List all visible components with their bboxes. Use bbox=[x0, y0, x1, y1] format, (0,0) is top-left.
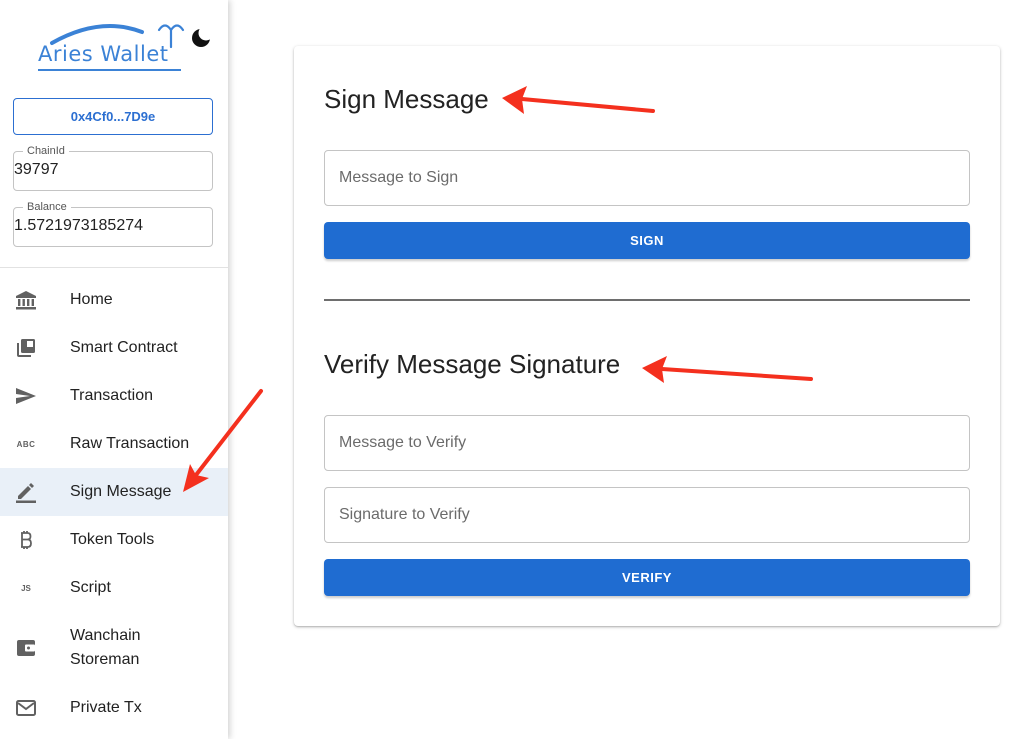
sidebar-item-label: Smart Contract bbox=[70, 339, 178, 356]
logo-text: Aries Wallet bbox=[38, 42, 169, 66]
balance-field[interactable]: Balance 1.5721973185274 bbox=[13, 201, 213, 247]
sidebar-item-raw-transaction[interactable]: ABC Raw Transaction bbox=[0, 420, 228, 468]
sidebar-item-label: Transaction bbox=[70, 387, 153, 404]
sidebar-item-label-line: Storeman bbox=[70, 651, 140, 668]
logo-underline bbox=[38, 69, 181, 71]
bank-icon bbox=[15, 289, 37, 311]
signature-to-verify-input[interactable] bbox=[325, 488, 969, 542]
sidebar-item-label: Script bbox=[70, 579, 111, 596]
message-to-verify-field[interactable] bbox=[324, 415, 970, 471]
sidebar-item-label: Raw Transaction bbox=[70, 435, 190, 452]
message-to-sign-input[interactable] bbox=[325, 151, 969, 205]
library-books-icon bbox=[15, 337, 37, 359]
account-address-button[interactable]: 0x4Cf0...7D9e bbox=[13, 98, 213, 135]
app-logo[interactable]: Aries Wallet bbox=[34, 20, 194, 76]
abc-icon: ABC bbox=[16, 439, 36, 449]
mail-icon bbox=[15, 697, 37, 719]
verify-signature-title: Verify Message Signature bbox=[324, 349, 621, 379]
dark-mode-moon-icon[interactable] bbox=[190, 26, 212, 48]
sidebar-item-token-tools[interactable]: Token Tools bbox=[0, 516, 228, 564]
verify-button[interactable]: VERIFY bbox=[324, 559, 970, 596]
sidebar-item-label-line: Wanchain bbox=[70, 627, 141, 644]
sign-message-card: Sign Message SIGN Verify Message Signatu… bbox=[294, 46, 1000, 626]
sidebar: Aries Wallet 0x4Cf0...7D9e ChainId 39797… bbox=[0, 0, 228, 739]
sidebar-divider bbox=[0, 267, 228, 268]
message-to-verify-input[interactable] bbox=[325, 416, 969, 470]
message-to-sign-field[interactable] bbox=[324, 150, 970, 206]
sidebar-item-smart-contract[interactable]: Smart Contract bbox=[0, 324, 228, 372]
balance-value: 1.5721973185274 bbox=[14, 217, 144, 234]
sidebar-item-label: Token Tools bbox=[70, 531, 155, 548]
sign-button[interactable]: SIGN bbox=[324, 222, 970, 259]
signature-to-verify-field[interactable] bbox=[324, 487, 970, 543]
pen-icon bbox=[15, 481, 37, 503]
sidebar-item-sign-message[interactable]: Sign Message bbox=[0, 468, 228, 516]
sidebar-item-private-tx[interactable]: Private Tx bbox=[0, 684, 228, 732]
chain-id-value: 39797 bbox=[14, 161, 59, 178]
wallet-icon bbox=[15, 637, 37, 659]
sidebar-item-label: Home bbox=[70, 291, 113, 308]
send-icon bbox=[15, 385, 37, 407]
sidebar-item-transaction[interactable]: Transaction bbox=[0, 372, 228, 420]
sidebar-item-script[interactable]: JS Script bbox=[0, 564, 228, 612]
sidebar-item-label: Private Tx bbox=[70, 699, 142, 716]
bitcoin-icon bbox=[15, 529, 37, 551]
js-icon: JS bbox=[21, 583, 31, 593]
chain-id-field[interactable]: ChainId 39797 bbox=[13, 145, 213, 191]
chain-id-label: ChainId bbox=[23, 145, 69, 157]
sign-message-title: Sign Message bbox=[324, 84, 489, 114]
section-divider bbox=[324, 299, 970, 301]
sidebar-item-label: Sign Message bbox=[70, 483, 172, 500]
sidebar-item-label: Wanchain Storeman bbox=[70, 624, 141, 672]
sidebar-item-home[interactable]: Home bbox=[0, 276, 228, 324]
balance-label: Balance bbox=[23, 201, 71, 213]
sidebar-item-wanchain-storeman[interactable]: Wanchain Storeman bbox=[0, 612, 228, 684]
